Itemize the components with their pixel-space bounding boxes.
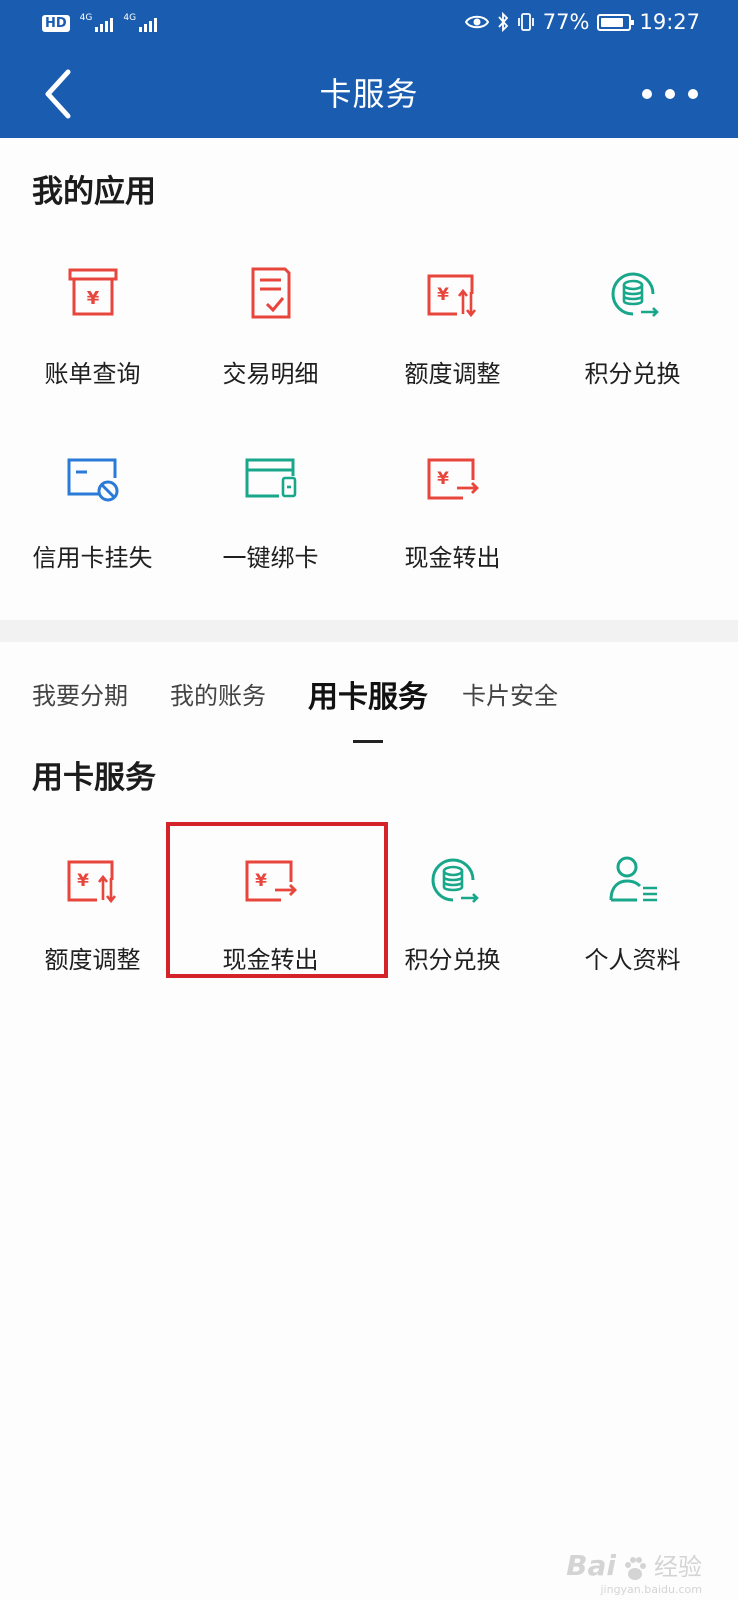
battery-icon <box>597 13 635 31</box>
svg-text:¥: ¥ <box>86 288 99 309</box>
clock: 19:27 <box>639 10 700 34</box>
limit-adjust-icon: ¥ <box>427 274 476 318</box>
service-item-label: 个人资料 <box>584 946 681 974</box>
eye-icon <box>464 15 489 29</box>
svg-text:¥: ¥ <box>437 469 449 489</box>
battery-percent: 77% <box>542 10 590 34</box>
watermark-brand: Bai <box>566 1549 616 1582</box>
service-tabs: 我要分期 我的账务 用卡服务 卡片安全 <box>0 676 738 746</box>
app-item-card-report-loss[interactable]: 信用卡挂失 <box>0 448 185 573</box>
page-title: 卡服务 <box>319 75 419 113</box>
tab-card-service[interactable]: 用卡服务 <box>308 672 428 716</box>
watermark-suffix: 经验 <box>654 1553 702 1581</box>
network-type-label: 4G <box>123 13 137 23</box>
app-item-label: 额度调整 <box>404 360 501 388</box>
points-exchange-icon <box>611 272 659 317</box>
more-button[interactable] <box>642 80 698 108</box>
signal-icon: 4G <box>80 14 114 32</box>
bluetooth-icon <box>498 12 509 32</box>
bill-icon: ¥ <box>68 268 117 316</box>
highlight-box <box>166 822 388 978</box>
app-header: HD 4G 4G 77% 19:27 卡服务 <box>0 0 738 138</box>
status-bar-right: 77% 19:27 <box>464 10 700 34</box>
status-bar-left: HD 4G 4G <box>42 13 158 32</box>
app-item-label: 一键绑卡 <box>222 544 319 572</box>
card-service-title: 用卡服务 <box>32 760 156 796</box>
limit-adjust-icon: ¥ <box>67 860 116 904</box>
vibrate-icon <box>517 13 534 31</box>
personal-info-icon <box>609 856 657 902</box>
app-item-limit-adjust[interactable]: ¥ 额度调整 <box>360 264 545 389</box>
cash-transfer-icon: ¥ <box>427 458 479 500</box>
svg-text:¥: ¥ <box>437 285 449 305</box>
app-item-points-exchange[interactable]: 积分兑换 <box>540 264 725 389</box>
app-item-label: 账单查询 <box>44 360 141 388</box>
service-item-personal-info[interactable]: 个人资料 <box>540 850 725 975</box>
app-item-transaction-detail[interactable]: 交易明细 <box>178 264 363 389</box>
network-type-label: 4G <box>79 13 93 23</box>
baidu-watermark: Bai 经验 jingyan.baidu.com <box>566 1547 702 1596</box>
bind-card-icon <box>245 458 296 498</box>
service-item-label: 额度调整 <box>44 946 141 974</box>
paw-icon <box>625 1557 646 1580</box>
transaction-detail-icon <box>251 267 290 319</box>
more-dots-icon <box>642 89 652 99</box>
svg-text:¥: ¥ <box>77 871 89 891</box>
service-item-limit-adjust[interactable]: ¥ 额度调整 <box>0 850 185 975</box>
tab-installment[interactable]: 我要分期 <box>32 676 128 711</box>
status-bar: HD 4G 4G 77% 19:27 <box>0 0 738 50</box>
signal-icon: 4G <box>123 13 158 32</box>
my-apps-title: 我的应用 <box>32 174 156 210</box>
tab-my-account[interactable]: 我的账务 <box>170 676 266 711</box>
app-item-label: 现金转出 <box>404 544 501 572</box>
card-report-loss-icon <box>67 458 118 502</box>
hd-badge: HD <box>42 14 70 32</box>
app-item-label: 交易明细 <box>222 360 319 388</box>
active-tab-indicator <box>353 740 383 743</box>
app-item-bind-card[interactable]: 一键绑卡 <box>178 448 363 573</box>
app-item-label: 积分兑换 <box>584 360 681 388</box>
points-exchange-icon <box>431 858 479 903</box>
app-item-bill-query[interactable]: ¥ 账单查询 <box>0 264 185 389</box>
app-item-cash-transfer[interactable]: ¥ 现金转出 <box>360 448 545 573</box>
tab-card-security[interactable]: 卡片安全 <box>462 676 558 711</box>
app-item-label: 信用卡挂失 <box>32 544 153 572</box>
watermark-url: jingyan.baidu.com <box>600 1583 702 1596</box>
section-divider <box>0 620 738 642</box>
